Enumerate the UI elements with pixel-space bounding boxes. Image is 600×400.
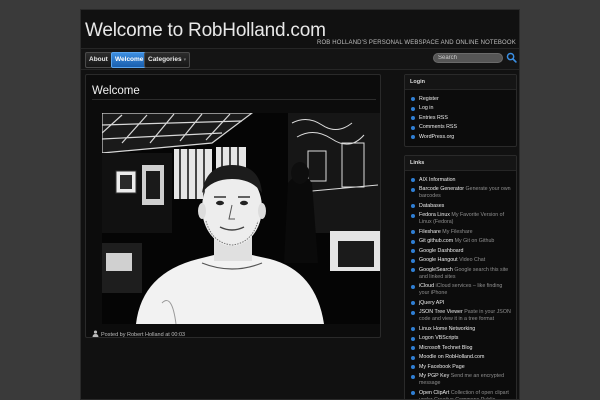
list-item[interactable]: Google Dashboard (410, 248, 511, 255)
search-icon[interactable] (506, 52, 517, 63)
list-item[interactable]: Barcode Generator Generate your own barc… (410, 186, 511, 200)
post-divider (92, 99, 376, 100)
list-item[interactable]: Fedora Linux My Favorite Version of Linu… (410, 212, 511, 226)
main-navbar: About Welcome Categories ▾ (81, 48, 519, 70)
link-label[interactable]: Fileshare (419, 229, 441, 235)
bullet-icon (411, 391, 415, 395)
list-item[interactable]: Open ClipArt Collection of open clipart … (410, 390, 511, 399)
bullet-icon (411, 374, 415, 379)
tab-label: About (89, 56, 108, 63)
link-label[interactable]: jQuery API (419, 300, 444, 306)
list-item[interactable]: Linux Home Networking (410, 326, 511, 333)
tab-label: Categories (148, 56, 182, 63)
bullet-icon (411, 204, 415, 208)
bullet-icon (411, 284, 415, 289)
link-label[interactable]: Moodle on RobHolland.com (419, 354, 484, 360)
link-label[interactable]: Microsoft Technet Blog (419, 345, 473, 351)
tab-welcome[interactable]: Welcome (111, 52, 148, 68)
register-link[interactable]: Register (419, 96, 439, 102)
link-label[interactable]: Git github.com (419, 238, 453, 244)
list-item[interactable]: Microsoft Technet Blog (410, 345, 511, 352)
bullet-icon (411, 258, 415, 263)
link-label[interactable]: iCloud (419, 283, 434, 289)
widget-title: Login (405, 75, 516, 90)
bullet-icon (411, 249, 415, 253)
bullet-icon (411, 336, 415, 341)
tab-label: Welcome (115, 56, 144, 63)
link-label[interactable]: Fedora Linux (419, 212, 450, 218)
bullet-icon (411, 239, 415, 244)
link-description: My Fileshare (442, 228, 473, 235)
list-item[interactable]: WordPress.org (410, 134, 511, 141)
bullet-icon (411, 178, 415, 182)
search-input[interactable] (433, 53, 503, 63)
list-item[interactable]: iCloud iCloud services – like finding yo… (410, 283, 511, 297)
list-item[interactable]: My Facebook Page (410, 364, 511, 371)
list-item[interactable]: Logon VBScripts (410, 335, 511, 342)
widget-title: Links (405, 156, 516, 171)
list-item[interactable]: Google Hangout Video Chat (410, 257, 511, 264)
links-widget: Links AIX Information Barcode Generator G… (404, 155, 517, 399)
profile-photo (102, 113, 380, 324)
post-title[interactable]: Welcome (92, 85, 140, 97)
bullet-icon (411, 327, 415, 331)
list-item[interactable]: GoogleSearch Google search this site and… (410, 267, 511, 281)
wordpress-link[interactable]: WordPress.org (419, 134, 454, 140)
site-title[interactable]: Welcome to RobHolland.com (85, 20, 326, 42)
tab-about[interactable]: About (85, 52, 112, 68)
user-icon (92, 330, 99, 337)
link-label[interactable]: My PGP Key (419, 373, 449, 379)
comments-rss-link[interactable]: Comments RSS (419, 124, 457, 130)
link-label[interactable]: Linux Home Networking (419, 326, 475, 332)
list-item[interactable]: Moodle on RobHolland.com (410, 354, 511, 361)
login-widget: Login Register Log in Entries RSS Commen… (404, 74, 517, 147)
link-label[interactable]: My Facebook Page (419, 364, 465, 370)
links-list: AIX Information Barcode Generator Generat… (405, 171, 516, 399)
post-meta-text: Posted by Robert Holland at 00:03 (101, 332, 186, 338)
post-meta: Posted by Robert Holland at 00:03 (92, 330, 185, 338)
link-label[interactable]: Open ClipArt (419, 390, 449, 396)
link-label[interactable]: Google Dashboard (419, 248, 463, 254)
bullet-icon (411, 310, 415, 315)
bullet-icon (411, 187, 415, 192)
site-description: Rob Holland's personal webspace and onli… (317, 40, 516, 46)
list-item[interactable]: Fileshare My Fileshare (410, 229, 511, 236)
bullet-icon (411, 346, 415, 350)
page-wrapper: Welcome to RobHolland.com Rob Holland's … (80, 9, 520, 400)
link-label[interactable]: Logon VBScripts (419, 335, 458, 341)
list-item[interactable]: JSON Tree Viewer Paste in your JSON code… (410, 309, 511, 323)
link-description: My Git on Github (454, 238, 495, 244)
link-label[interactable]: GoogleSearch (419, 267, 453, 273)
list-item[interactable]: My PGP Key Send me an encrypted message (410, 373, 511, 387)
link-label[interactable]: Databases (419, 203, 444, 209)
list-item[interactable]: Entries RSS (410, 115, 511, 122)
bullet-icon (411, 355, 415, 360)
list-item[interactable]: Register (410, 96, 511, 103)
bullet-icon (411, 301, 415, 305)
welcome-post: Welcome Posted by Robert Holland at 00:0… (85, 74, 381, 338)
tab-categories[interactable]: Categories ▾ (144, 52, 191, 68)
list-item[interactable]: Git github.com My Git on Github (410, 238, 511, 245)
link-label[interactable]: AIX Information (419, 177, 456, 183)
list-item[interactable]: jQuery API (410, 300, 511, 307)
list-item[interactable]: Databases (410, 203, 511, 210)
link-label[interactable]: Barcode Generator (419, 186, 464, 192)
link-label[interactable]: Google Hangout (419, 257, 458, 263)
login-list: Register Log in Entries RSS Comments RSS… (405, 90, 516, 146)
chevron-down-icon: ▾ (183, 57, 187, 63)
list-item[interactable]: Log in (410, 105, 511, 112)
bullet-icon (411, 230, 415, 234)
link-description: Video Chat (459, 257, 486, 263)
bullet-icon (411, 365, 415, 369)
link-label[interactable]: JSON Tree Viewer (419, 309, 463, 315)
list-item[interactable]: Comments RSS (410, 124, 511, 131)
list-item[interactable]: AIX Information (410, 177, 511, 184)
bullet-icon (411, 213, 415, 218)
entries-rss-link[interactable]: Entries RSS (419, 115, 448, 121)
login-link[interactable]: Log in (419, 105, 433, 111)
bullet-icon (411, 268, 415, 272)
